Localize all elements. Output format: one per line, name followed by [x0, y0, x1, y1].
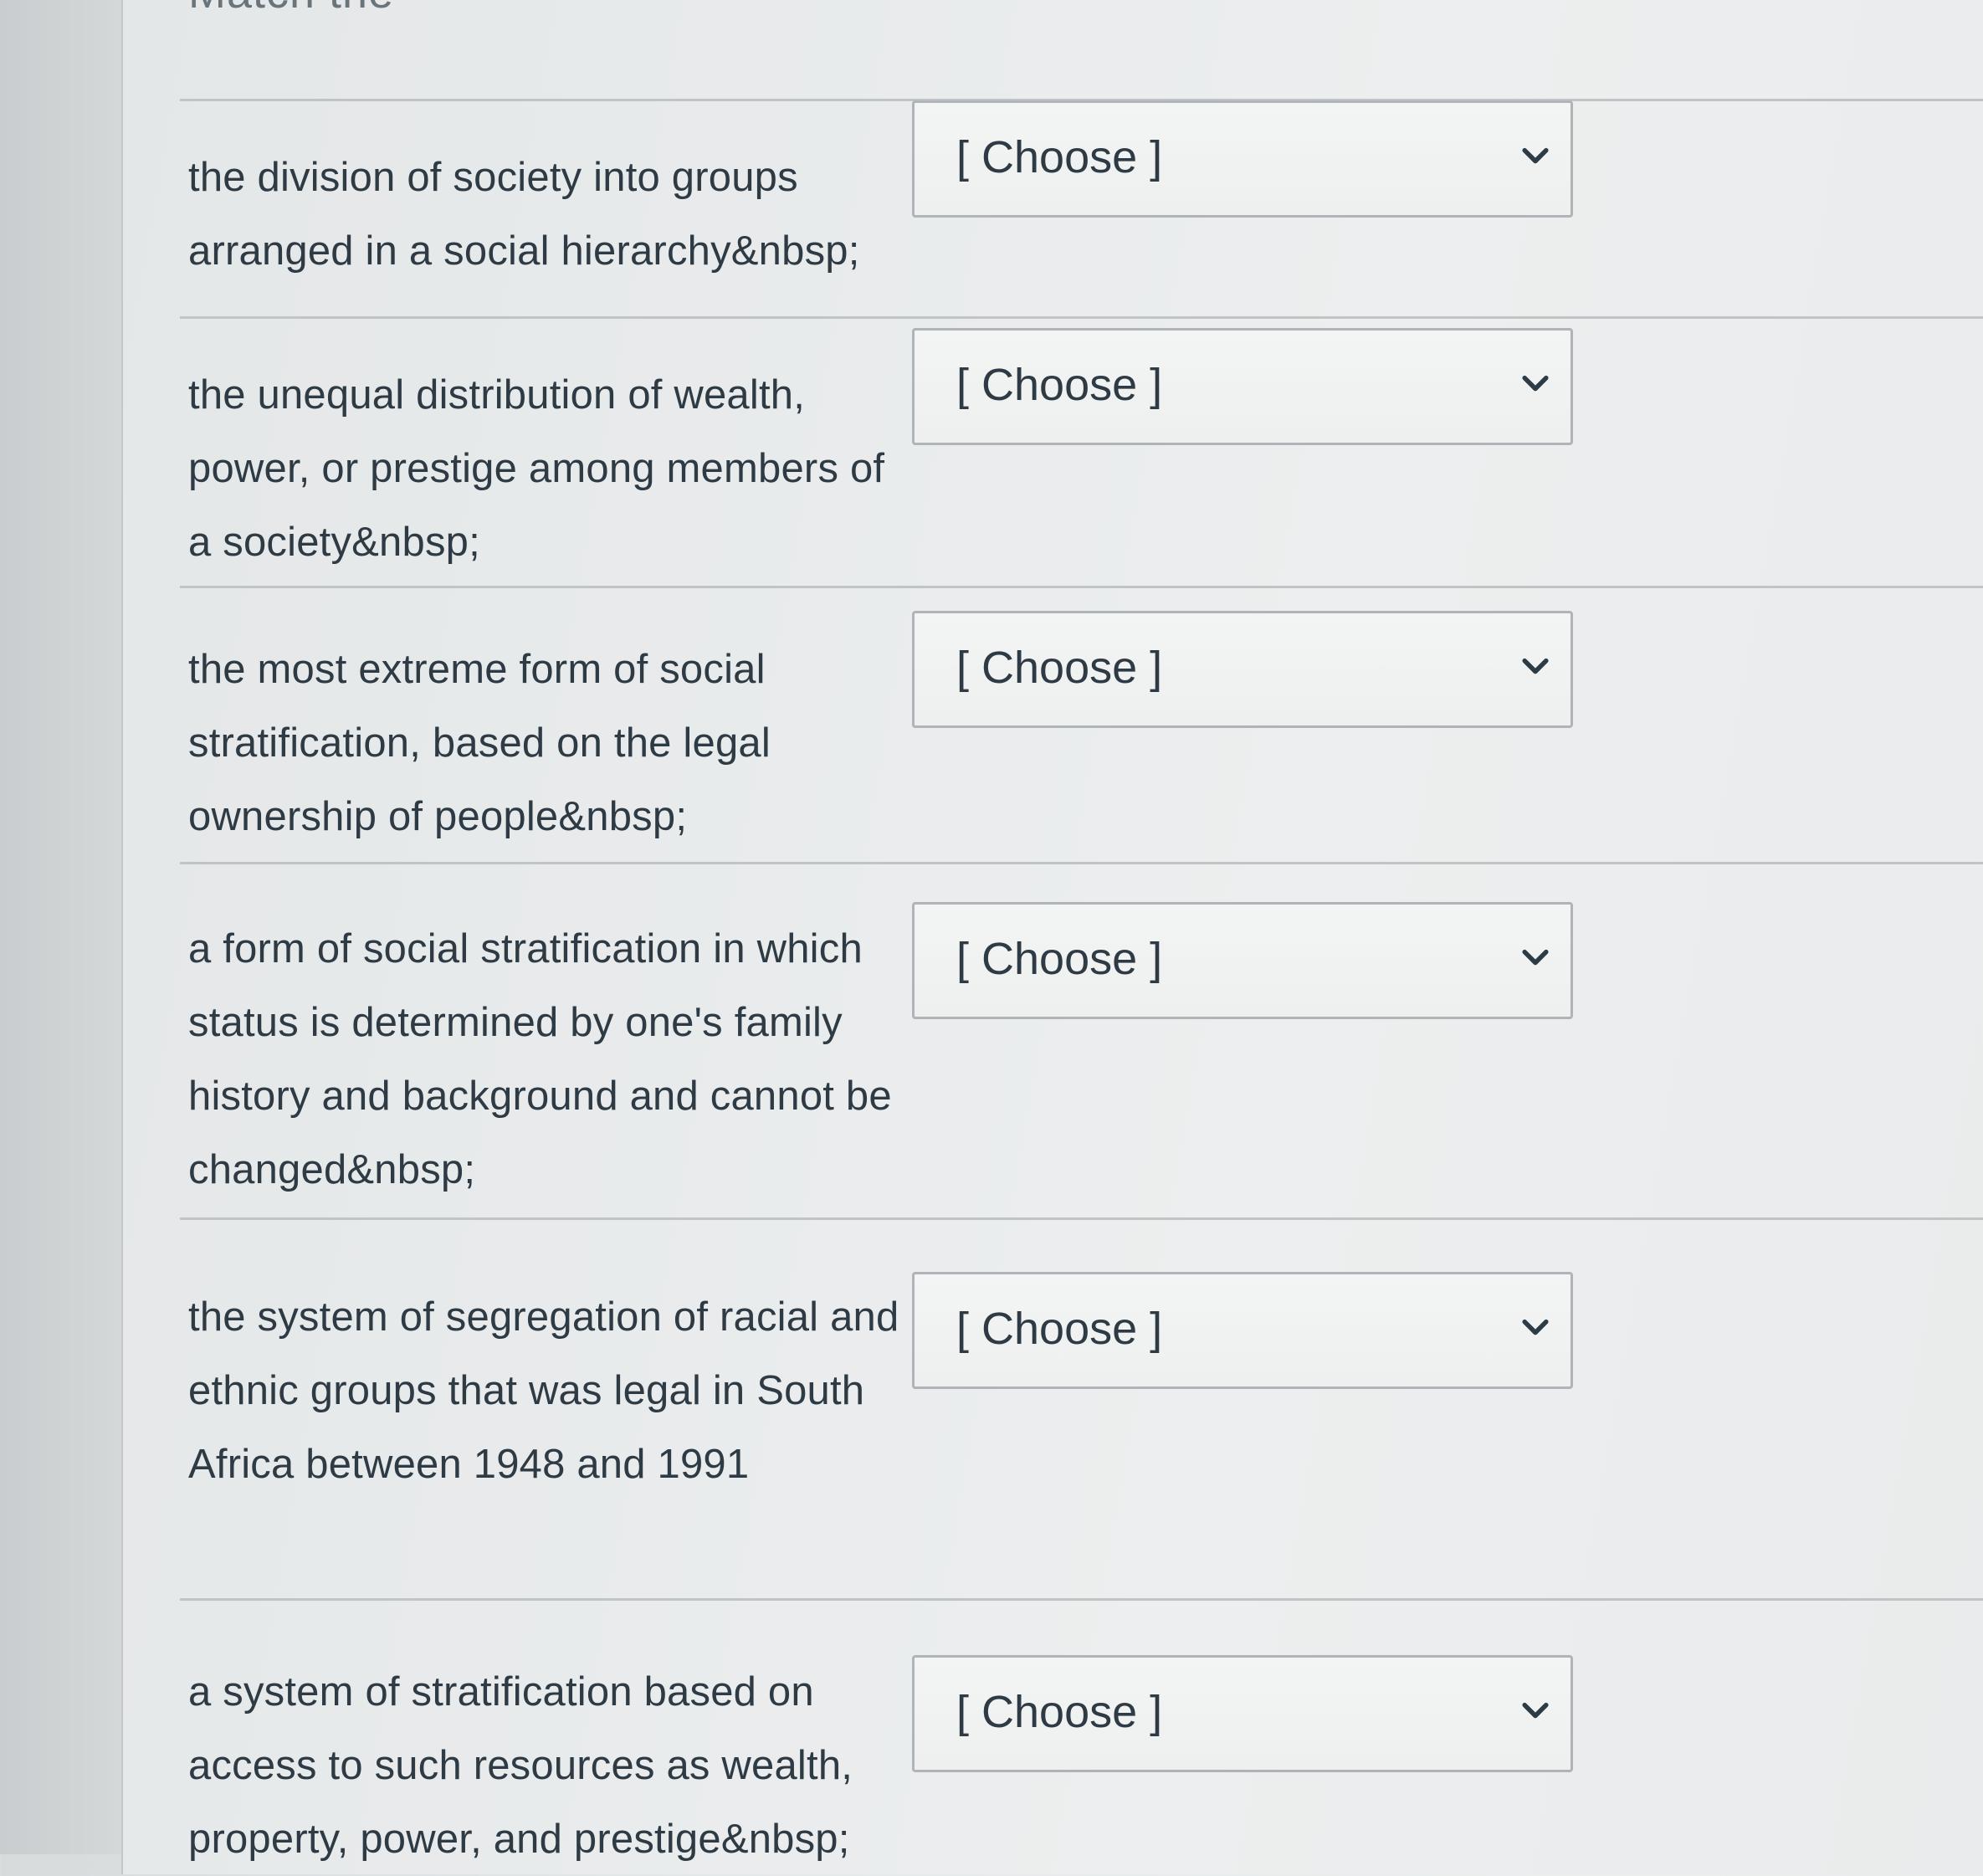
match-prompt: the unequal distribution of wealth, powe…: [188, 372, 885, 565]
answer-dropdown[interactable]: [ Choose ]: [912, 328, 1573, 445]
answer-dropdown[interactable]: [ Choose ]: [912, 1272, 1573, 1389]
dropdown-value: [ Choose ]: [956, 643, 1163, 693]
divider: [180, 862, 1983, 864]
chevron-down-icon: [1522, 658, 1549, 674]
chevron-down-icon: [1522, 375, 1549, 392]
dropdown-value: [ Choose ]: [956, 1304, 1163, 1354]
match-prompt: the division of society into groups arra…: [188, 155, 860, 274]
dropdown-value: [ Choose ]: [956, 1687, 1163, 1737]
chevron-down-icon: [1522, 1702, 1549, 1719]
left-margin: [0, 0, 121, 1854]
match-prompt: the system of segregation of racial and …: [188, 1294, 899, 1487]
dropdown-value: [ Choose ]: [956, 132, 1163, 182]
divider: [180, 1217, 1983, 1220]
divider: [180, 586, 1983, 588]
answer-dropdown[interactable]: [ Choose ]: [912, 611, 1573, 728]
divider: [180, 1598, 1983, 1601]
match-prompt: the most extreme form of social stratifi…: [188, 647, 771, 839]
chevron-down-icon: [1522, 949, 1549, 966]
answer-dropdown[interactable]: [ Choose ]: [912, 1655, 1573, 1772]
match-prompt: a form of social stratification in which…: [188, 926, 892, 1192]
chevron-down-icon: [1522, 1319, 1549, 1335]
answer-dropdown[interactable]: [ Choose ]: [912, 902, 1573, 1019]
chevron-down-icon: [1522, 147, 1549, 164]
dropdown-value: [ Choose ]: [956, 934, 1163, 984]
dropdown-value: [ Choose ]: [956, 360, 1163, 410]
question-header-partial: Match the: [188, 0, 394, 18]
divider: [180, 316, 1983, 319]
match-prompt: a system of stratification based on acce…: [188, 1669, 853, 1862]
answer-dropdown[interactable]: [ Choose ]: [912, 100, 1573, 218]
